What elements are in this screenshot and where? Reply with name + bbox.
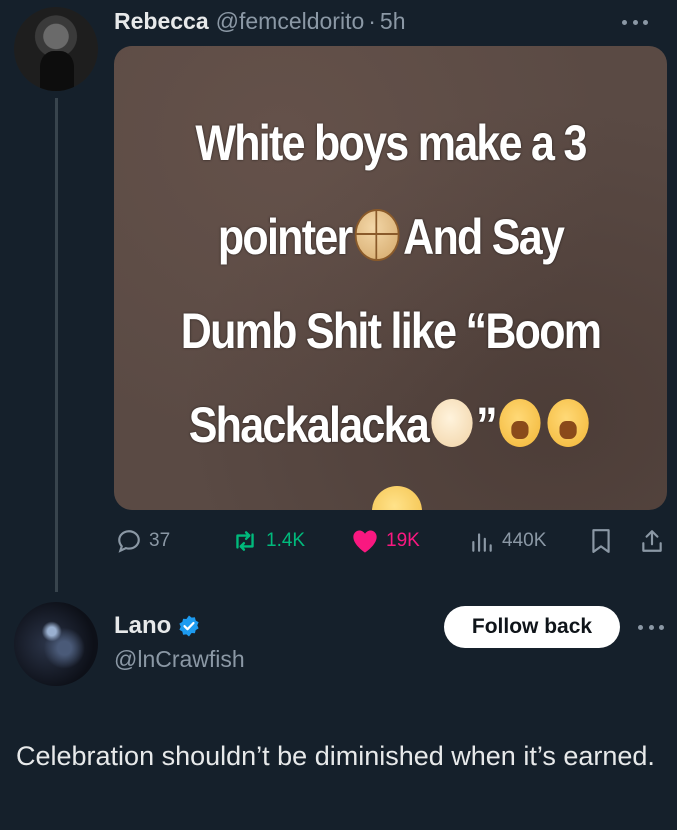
loudly-crying-face-icon <box>499 398 541 447</box>
handle[interactable]: @lnCrawfish <box>114 646 245 673</box>
follow-back-button[interactable]: Follow back <box>444 606 620 648</box>
share-icon <box>642 530 662 552</box>
verified-badge-icon <box>179 615 199 637</box>
reply-button[interactable]: 37 <box>116 523 170 559</box>
crying-face-icon <box>431 398 473 447</box>
views-icon <box>472 533 492 552</box>
reply-count: 37 <box>149 530 171 551</box>
heart-icon <box>353 530 377 553</box>
views-count: 440K <box>502 530 547 551</box>
tweet-header: Rebecca @femceldorito · 5h <box>114 4 406 38</box>
caption-line: pointer And Say <box>153 190 629 284</box>
caption-line: Shackalacka ” <box>153 378 629 472</box>
sad-face-icon <box>372 486 422 510</box>
display-name[interactable]: Rebecca <box>114 8 209 35</box>
avatar[interactable] <box>14 7 98 91</box>
caption-text: ” <box>476 397 497 453</box>
caption-text: Shackalacka <box>188 397 430 453</box>
image-caption: White boys make a 3 pointer And Say Dumb … <box>153 96 629 472</box>
repost-icon <box>236 531 254 551</box>
caption-text: pointer <box>217 209 353 265</box>
like-button[interactable]: 19K <box>351 523 420 559</box>
display-name[interactable]: Lano <box>114 612 171 640</box>
quoted-tweet: Rebecca @femceldorito · 5h White boys ma… <box>0 0 677 592</box>
avatar[interactable] <box>14 602 98 686</box>
repost-count: 1.4K <box>266 530 306 551</box>
more-icon[interactable] <box>622 12 648 32</box>
tweet-image[interactable]: White boys make a 3 pointer And Say Dumb … <box>114 46 667 510</box>
bookmark-icon <box>592 529 610 553</box>
basketball-icon <box>354 208 400 261</box>
bookmark-button[interactable] <box>589 523 620 559</box>
loudly-crying-face-icon <box>547 398 589 447</box>
views-button[interactable]: 440K <box>469 523 546 559</box>
reply-author: Lano <box>114 610 201 642</box>
caption-line: Dumb Shit like “Boom <box>180 303 602 359</box>
timestamp[interactable]: 5h <box>380 8 406 35</box>
reply-icon <box>118 530 140 553</box>
handle[interactable]: @femceldorito <box>216 8 365 35</box>
caption-text: And Say <box>403 209 565 265</box>
share-button[interactable] <box>639 523 672 559</box>
reply-text: Celebration shouldn’t be diminished when… <box>16 741 655 771</box>
more-icon[interactable] <box>638 617 664 637</box>
like-count: 19K <box>386 530 420 551</box>
thread-line <box>55 98 58 592</box>
repost-button[interactable]: 1.4K <box>231 523 305 559</box>
separator: · <box>368 7 376 34</box>
caption-line: White boys make a 3 <box>195 115 587 171</box>
action-bar: 37 1.4K 19K 440K <box>114 523 670 559</box>
